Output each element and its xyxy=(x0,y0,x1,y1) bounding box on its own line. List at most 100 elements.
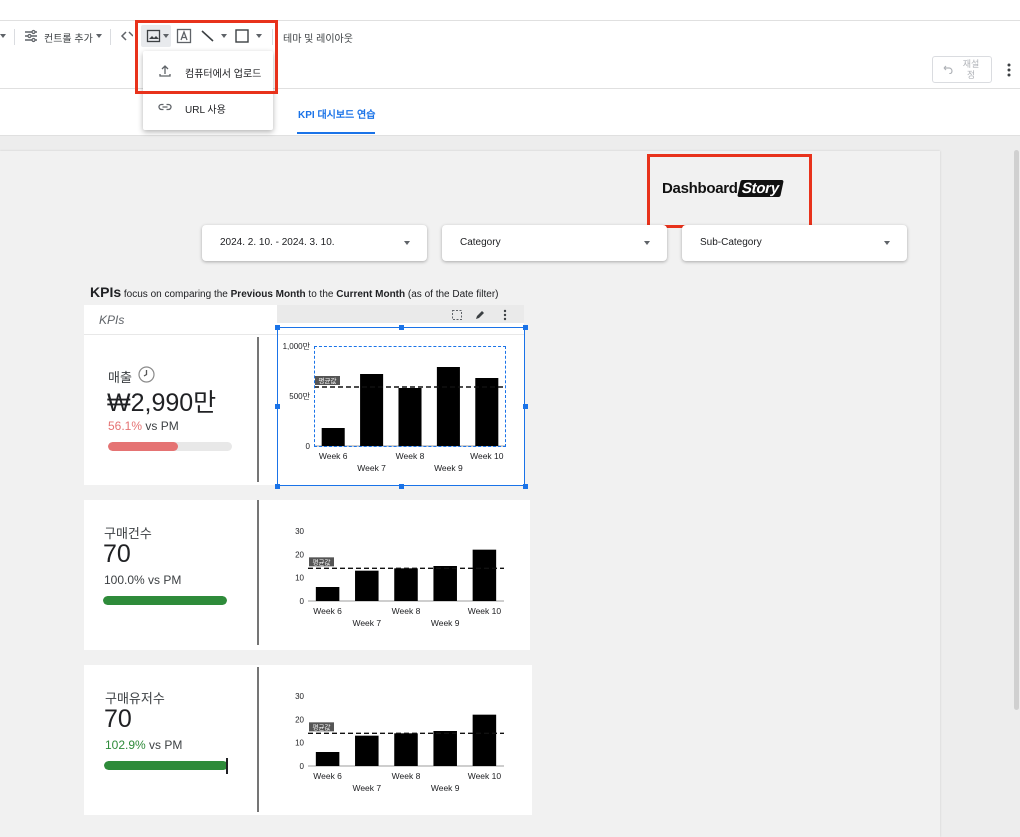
metric-pct: 56.1% xyxy=(108,419,143,433)
theme-layout-button[interactable]: 테마 및 레이아웃 xyxy=(283,30,353,45)
x-tick-label: Week 6 xyxy=(313,771,342,781)
kpi-heading-bold: Current Month xyxy=(336,289,406,300)
metric-value-orders: 70 xyxy=(103,540,131,568)
resize-handle[interactable] xyxy=(523,325,528,330)
use-url-item[interactable]: URL 사용 xyxy=(143,91,273,123)
bar-chart-orders[interactable]: 0 10 20 30 Week 6 Week 7 Week 8 Week 9 Week 10 평균… xyxy=(278,520,524,632)
y-tick-label: 10 xyxy=(295,574,304,583)
link-icon xyxy=(158,103,172,111)
x-tick-label: Week 9 xyxy=(431,783,460,793)
x-tick-label: Week 10 xyxy=(468,606,502,616)
card-divider xyxy=(257,667,259,812)
highlight-box-image-menu xyxy=(135,20,278,94)
bar-chart-buyers[interactable]: 0 10 20 30 Week 6 Week 7 Week 8 Week 9 Week 10 평균… xyxy=(278,685,524,797)
resize-handle[interactable] xyxy=(275,484,280,489)
resize-handle[interactable] xyxy=(399,484,404,489)
metric-value-sales: ₩2,990만 xyxy=(107,389,217,417)
resize-handle[interactable] xyxy=(275,325,280,330)
add-control-icon[interactable] xyxy=(22,27,40,45)
x-tick-label: Week 6 xyxy=(313,606,342,616)
progress-bar-buyers xyxy=(104,761,228,770)
y-tick-label: 30 xyxy=(295,692,304,701)
tab-kpi-dashboard[interactable]: KPI 대시보드 연습 xyxy=(298,106,375,121)
sub-category-filter[interactable]: Sub-Category xyxy=(682,225,907,261)
highlight-box-logo xyxy=(647,154,812,228)
metric-vs: vs PM xyxy=(145,738,183,752)
bar xyxy=(355,570,379,601)
date-range-value: 2024. 2. 10. - 2024. 3. 10. xyxy=(220,237,335,248)
metric-change-orders: 100.0% vs PM xyxy=(104,573,181,587)
metric-vs: vs PM xyxy=(144,573,182,587)
y-tick-label: 20 xyxy=(295,715,304,724)
kpi-card-header-label: KPIs xyxy=(99,313,125,327)
reset-label: 재설정 xyxy=(962,59,980,80)
kpi-heading-text: (as of the Date filter) xyxy=(405,289,499,300)
metric-vs: vs PM xyxy=(142,419,179,433)
use-url-label: URL 사용 xyxy=(185,105,226,116)
y-tick-label: 20 xyxy=(295,550,304,559)
bar xyxy=(315,752,340,766)
add-control-button[interactable]: 컨트롤 추가 xyxy=(44,30,93,45)
clock-icon xyxy=(138,366,155,383)
y-tick-label: 0 xyxy=(300,762,305,771)
kpi-heading-text: to the xyxy=(305,289,337,300)
y-tick-label: 10 xyxy=(295,739,304,748)
card-divider xyxy=(257,337,259,482)
chevron-down-icon xyxy=(404,241,410,245)
kpi-heading-text: focus on comparing the xyxy=(121,289,231,300)
x-tick-label: Week 10 xyxy=(468,771,502,781)
toolbar-divider xyxy=(110,29,111,45)
resize-handle[interactable] xyxy=(399,325,404,330)
category-filter[interactable]: Category xyxy=(442,225,667,261)
metric-pct: 100.0% xyxy=(104,573,145,587)
x-tick-label: Week 9 xyxy=(431,618,460,628)
bar xyxy=(315,587,340,601)
resize-handle[interactable] xyxy=(275,404,280,409)
progress-bar-fill xyxy=(104,761,228,770)
x-tick-label: Week 8 xyxy=(392,606,421,616)
bar xyxy=(433,566,457,601)
chevron-down-icon[interactable] xyxy=(96,34,102,38)
toolbar-divider xyxy=(14,29,15,45)
average-label: 평균값 xyxy=(313,557,331,566)
resize-handle[interactable] xyxy=(523,484,528,489)
bar xyxy=(433,731,457,766)
metric-change-buyers: 102.9% vs PM xyxy=(105,738,182,752)
progress-target-marker xyxy=(226,758,228,774)
metric-change-sales: 56.1% vs PM xyxy=(108,419,179,433)
more-vert-icon[interactable] xyxy=(502,309,508,321)
x-tick-label: Week 7 xyxy=(352,783,381,793)
edit-icon[interactable] xyxy=(474,309,486,321)
code-icon[interactable] xyxy=(119,27,133,45)
chevron-down-icon[interactable] xyxy=(0,34,6,38)
category-filter-label: Category xyxy=(460,237,501,248)
bar xyxy=(394,568,418,601)
undo-icon xyxy=(943,65,953,74)
resize-handle[interactable] xyxy=(523,404,528,409)
vertical-scrollbar[interactable] xyxy=(1014,150,1019,710)
chart-toolbar xyxy=(277,305,524,323)
kpi-heading: KPIs focus on comparing the Previous Mon… xyxy=(90,284,499,300)
y-tick-label: 0 xyxy=(300,597,305,606)
x-tick-label: Week 7 xyxy=(352,618,381,628)
average-label: 평균값 xyxy=(313,722,331,731)
more-vert-icon[interactable] xyxy=(1006,62,1012,78)
bar xyxy=(472,549,497,601)
bar xyxy=(472,714,497,766)
kpi-heading-bold: Previous Month xyxy=(230,289,306,300)
bar xyxy=(394,733,418,766)
chevron-down-icon xyxy=(884,241,890,245)
reset-button[interactable]: 재설정 xyxy=(932,56,992,83)
active-tab-indicator xyxy=(297,132,375,134)
kpi-heading-title: KPIs xyxy=(90,284,122,300)
card-divider xyxy=(257,500,259,645)
progress-bar-fill xyxy=(108,442,178,451)
y-tick-label: 30 xyxy=(295,527,304,536)
chevron-down-icon xyxy=(644,241,650,245)
x-tick-label: Week 8 xyxy=(392,771,421,781)
plot-area-selection xyxy=(314,346,506,447)
select-icon[interactable] xyxy=(451,309,463,321)
date-range-filter[interactable]: 2024. 2. 10. - 2024. 3. 10. xyxy=(202,225,427,261)
bar xyxy=(355,735,379,766)
progress-bar-orders xyxy=(103,596,227,605)
